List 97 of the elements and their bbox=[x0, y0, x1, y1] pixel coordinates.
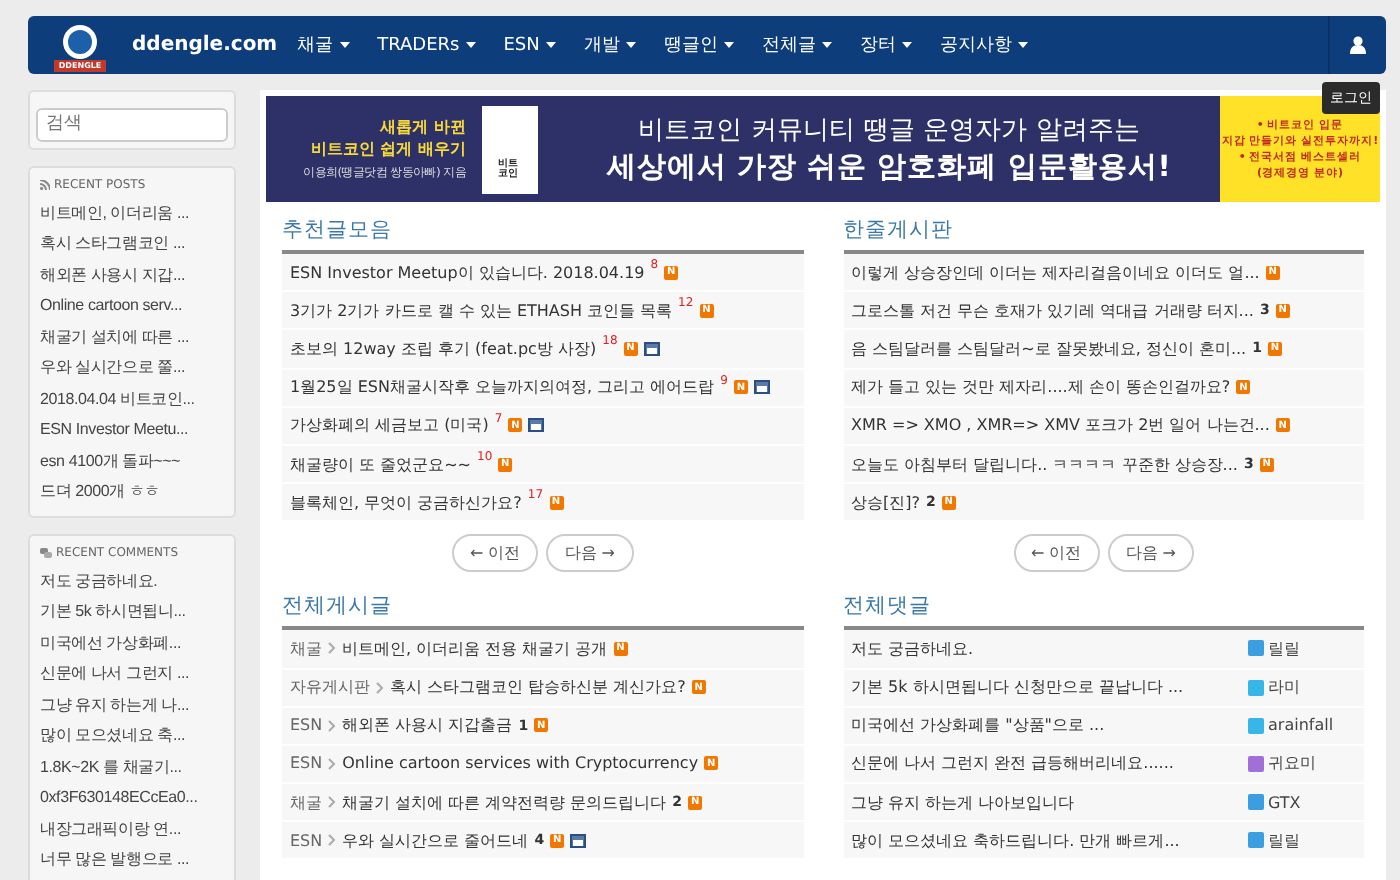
image-icon bbox=[570, 833, 587, 848]
rss-icon bbox=[40, 179, 50, 189]
category-label: ESN bbox=[290, 831, 323, 850]
comment-link[interactable]: 많이 모으셨네요 축하드립니다. 만개 빠르게... bbox=[851, 829, 1180, 852]
recent-post-link[interactable]: 2018.04.04 비트코인... bbox=[40, 383, 230, 414]
caret-icon bbox=[723, 42, 734, 48]
post-link[interactable]: 비트메인, 이더리움 전용 채굴기 공개 bbox=[342, 637, 608, 660]
post-link[interactable]: 채굴량이 또 줄었군요~~ bbox=[290, 453, 471, 476]
category-label: ESN bbox=[290, 754, 323, 773]
post-link[interactable]: 가상화폐의 세금보고 (미국) bbox=[290, 414, 489, 437]
post-link[interactable]: 우와 실시간으로 줄어드네 bbox=[342, 829, 529, 852]
nav-menu-item[interactable]: TRADERs bbox=[377, 35, 476, 55]
caret-icon bbox=[821, 42, 832, 48]
prev-button[interactable]: ← 이전 bbox=[1013, 534, 1100, 573]
post-link[interactable]: 채굴기 설치에 따른 계약전력량 문의드립니다 bbox=[342, 791, 667, 814]
next-button[interactable]: 다음 → bbox=[546, 534, 633, 573]
recent-post-link[interactable]: 비트메인, 이더리움 ... bbox=[40, 197, 230, 228]
site-name[interactable]: ddengle.com bbox=[132, 34, 278, 56]
comment-link[interactable]: 그냥 유지 하는게 나아보입니다 bbox=[851, 791, 1075, 814]
next-button[interactable]: 다음 → bbox=[1107, 534, 1194, 573]
nav-menu-item[interactable]: 땡글인 bbox=[663, 32, 734, 58]
post-link[interactable]: 초보의 12way 조립 후기 (feat.pc방 사장) bbox=[290, 337, 597, 360]
nav-menu-item[interactable]: 전체글 bbox=[761, 32, 832, 58]
recent-post-link[interactable]: 혹시 스타그램코인 ... bbox=[40, 228, 230, 259]
chevron-icon bbox=[328, 757, 337, 770]
author-name: GTX bbox=[1268, 793, 1301, 812]
banner-headline: 비트코인 커뮤니티 땡글 운영자가 알려주는 bbox=[638, 114, 1140, 148]
prev-button[interactable]: ← 이전 bbox=[452, 534, 539, 573]
chevron-icon bbox=[328, 642, 336, 655]
author-name: 라미 bbox=[1268, 676, 1300, 699]
chevron-icon bbox=[328, 834, 337, 847]
caret-icon bbox=[901, 42, 912, 48]
recent-comment-link[interactable]: 0xf3F630148ECcEa0... bbox=[40, 782, 230, 813]
author-name: 릴릴 bbox=[1268, 829, 1300, 852]
post-link[interactable]: 혹시 스타그램코인 탑승하신분 계신가요? bbox=[390, 676, 686, 699]
recent-comment-link[interactable]: 1.8K~2K 를 채굴기... bbox=[40, 751, 230, 782]
comment-link[interactable]: 저도 궁금하네요. bbox=[851, 637, 974, 660]
post-link[interactable]: XMR => XMO , XMR=> XMV 포크가 2번 일어 나는건... bbox=[851, 414, 1270, 437]
recent-comment-link[interactable]: 신문에 나서 그런지 ... bbox=[40, 658, 230, 689]
category-label: 자유게시판 bbox=[290, 676, 370, 699]
post-link[interactable]: 3기가 2기가 카드로 캘 수 있는 ETHASH 코인들 목록 bbox=[290, 299, 673, 322]
author-name: 릴릴 bbox=[1268, 637, 1300, 660]
recent-comment-link[interactable]: 너무 많은 발행으로 ... bbox=[40, 844, 230, 875]
caret-icon bbox=[1017, 42, 1028, 48]
recent-comment-link[interactable]: 그냥 유지 하는게 나... bbox=[40, 689, 230, 720]
post-link[interactable]: 오늘도 아침부터 달립니다.. ㅋㅋㅋㅋ 꾸준한 상승장... bbox=[851, 453, 1238, 476]
chevron-icon bbox=[376, 681, 384, 694]
banner-headline: 세상에서 가장 쉬운 암호화폐 입문활용서! bbox=[607, 150, 1171, 186]
chevron-icon bbox=[328, 719, 337, 732]
nav-menu-item[interactable]: 장터 bbox=[859, 32, 912, 58]
recent-comment-link[interactable]: 많이 모으셨네요 축... bbox=[40, 720, 230, 751]
recent-comment-link[interactable]: 내장그래픽이랑 연... bbox=[40, 813, 230, 844]
post-link[interactable]: 그로스톨 저건 무슨 호재가 있기레 역대급 거래량 터지... bbox=[851, 299, 1254, 322]
post-link[interactable]: 블록체인, 무엇이 궁금하신가요? bbox=[290, 491, 522, 514]
nav-menu-item[interactable]: 개발 bbox=[583, 32, 636, 58]
image-icon bbox=[528, 418, 545, 433]
recent-post-link[interactable]: 채굴기 설치에 따른 ... bbox=[40, 321, 230, 352]
chevron-icon bbox=[328, 796, 336, 809]
recent-post-link[interactable]: 우와 실시간으로 쭐... bbox=[40, 352, 230, 383]
post-link[interactable]: 제가 들고 있는 것만 제자리....제 손이 똥손인걸까요? bbox=[851, 376, 1231, 399]
recent-comment-link[interactable]: 저도 궁금하네요. bbox=[40, 565, 230, 596]
banner-text: 새롭게 바뀐 bbox=[380, 116, 466, 138]
category-label: ESN bbox=[290, 716, 323, 735]
caret-icon bbox=[625, 42, 636, 48]
post-link[interactable]: 이렇게 상승장인데 이더는 제자리걸음이네요 이더도 얼... bbox=[851, 261, 1260, 284]
comment-link[interactable]: 기본 5k 하시면됩니다 신청만으로 끝납니다 ... bbox=[851, 676, 1184, 699]
recent-comment-link[interactable]: 미국에선 가상화폐... bbox=[40, 627, 230, 658]
user-icon[interactable] bbox=[1350, 36, 1366, 54]
post-link[interactable]: 해외폰 사용시 지갑출금 bbox=[342, 714, 513, 737]
post-link[interactable]: 1월25일 ESN채굴시작후 오늘까지의여정, 그리고 에어드랍 bbox=[290, 376, 715, 399]
nav-menu-item[interactable]: 공지사항 bbox=[939, 32, 1028, 58]
post-link[interactable]: 상승[진]? bbox=[851, 491, 920, 514]
recent-post-link[interactable]: 해외폰 사용시 지갑... bbox=[40, 259, 230, 290]
comment-link[interactable]: 신문에 나서 그런지 완전 급등해버리네요...... bbox=[851, 752, 1174, 775]
author-name: 귀요미 bbox=[1268, 752, 1316, 775]
recent-post-link[interactable]: Online cartoon serv... bbox=[40, 290, 230, 321]
image-icon bbox=[753, 380, 770, 395]
post-link[interactable]: 음 스팀달러를 스팀달러~로 잘못봤네요, 정신이 혼미... bbox=[851, 337, 1247, 360]
nav-menu-item[interactable]: 채굴 bbox=[297, 32, 350, 58]
nav-menu-item[interactable]: ESN bbox=[503, 35, 556, 55]
search-field[interactable]: 검색 bbox=[28, 90, 236, 149]
category-label: 채굴 bbox=[290, 637, 322, 660]
recent-comment-link[interactable]: 기본 5k 하시면됩니... bbox=[40, 596, 230, 627]
author-name: arainfall bbox=[1268, 716, 1334, 735]
recent-post-link[interactable]: 드뎌 2000개 ㅎㅎ bbox=[40, 476, 230, 507]
caret-icon bbox=[465, 42, 476, 48]
image-icon bbox=[643, 341, 660, 356]
post-link[interactable]: Online cartoon services with Cryptocurrency bbox=[342, 754, 699, 773]
caret-icon bbox=[339, 42, 350, 48]
comments-icon bbox=[40, 547, 52, 557]
comment-link[interactable]: 미국에선 가상화폐를 "상품"으로 ... bbox=[851, 714, 1105, 737]
banner-text: 비트코인 쉽게 배우기 bbox=[310, 138, 466, 160]
caret-icon bbox=[545, 42, 556, 48]
recent-post-link[interactable]: ESN Investor Meetu... bbox=[40, 414, 230, 445]
recent-post-link[interactable]: esn 4100개 돌파~~~ bbox=[40, 445, 230, 476]
category-label: 채굴 bbox=[290, 791, 322, 814]
post-link[interactable]: ESN Investor Meetup이 있습니다. 2018.04.19 bbox=[290, 261, 645, 284]
